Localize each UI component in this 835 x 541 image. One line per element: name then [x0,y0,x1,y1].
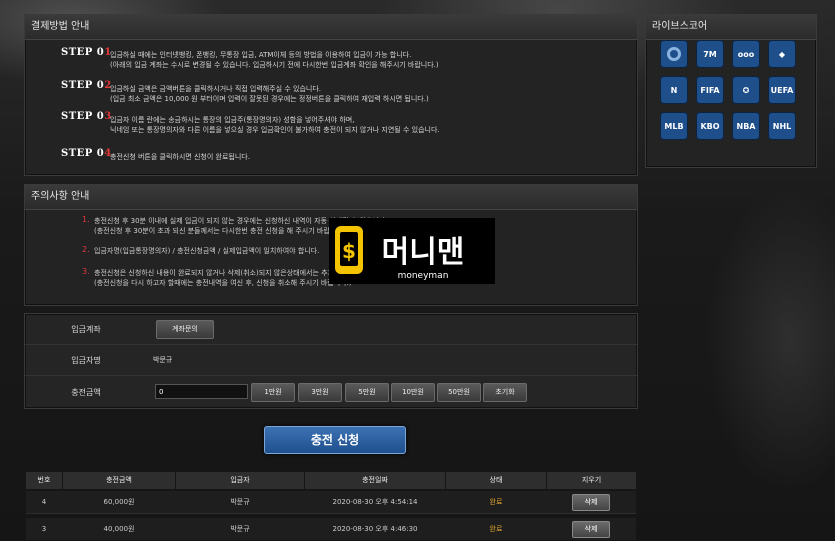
goal-icon[interactable]: ooo [732,40,760,68]
depositor-value: 박문규 [153,356,173,364]
table-row: 4 60,000원 박문규 2020-08-30 오후 4:54:14 완료 삭… [26,491,636,514]
banner-subtitle: moneyman [398,271,449,281]
livescore-icon-label: ✪ [742,85,750,95]
amount-500k-button[interactable]: 50만원 [437,383,481,402]
step-4-label: STEP 04 [61,148,112,159]
livescore-icon-label: FIFA [700,85,720,95]
livescore-panel: 라이브스코어 7M ooo ◆ N FIFA ✪ UEFA MLB KBO NBA NHL [645,14,817,168]
delete-button[interactable]: 삭제 [572,521,610,538]
delete-button[interactable]: 삭제 [572,494,610,511]
amount-30k-button[interactable]: 3만원 [298,383,342,402]
payment-guide-title: 결제방법 안내 [25,15,637,40]
amount-row: 충전금액 0 1만원 3만원 5만원 10만원 50만원 초기화 [25,376,637,407]
step-3-label: STEP 03 [61,111,112,122]
row-depositor: 박문규 [230,498,250,506]
livescore-circle-icon[interactable] [660,40,688,68]
row-no: 4 [41,498,47,506]
svg-text:$: $ [342,239,356,263]
account-inquiry-button[interactable]: 계좌문의 [156,320,214,339]
livescore-icon-label: UEFA [770,85,794,95]
row-depositor: 박문규 [230,525,250,533]
step-1-text: 입금하실 때에는 인터넷뱅킹, 폰뱅킹, 무통장 입금, ATM이체 등의 방법… [110,51,439,69]
nhl-icon[interactable]: NHL [768,112,796,140]
step-2-label: STEP 02 [61,80,112,91]
deposit-form-panel: 입금계좌 계좌문의 입금자명 박문규 충전금액 0 1만원 3만원 5만원 10… [24,313,638,409]
row-amount: 40,000원 [103,525,135,533]
livescore-icon-label: N [670,85,678,95]
notice-2-text: 입금자명(입금통장명의자) / 충전신청금액 / 실제입금액이 일치하여야 합니… [94,247,320,255]
row-no: 3 [41,525,47,533]
7m-icon[interactable]: 7M [696,40,724,68]
notice-2-num: 2. [82,245,90,254]
moneyman-logo: $ 머니맨 moneyman [335,226,465,281]
step-4-text: 충전신청 버튼을 클릭하시면 신청이 완료됩니다. [110,153,250,161]
step-3-text: 입금자 이름 란에는 송금하시는 통장의 입금주(통장명의자) 성함을 넣어주셔… [110,116,440,134]
col-no-header: 번호 [26,472,62,489]
amount-10k-button[interactable]: 1만원 [251,383,295,402]
amount-input[interactable]: 0 [155,384,248,399]
livescore-icon-label: ◆ [778,49,786,59]
livescore-icon-label: NBA [736,121,756,131]
amount-50k-button[interactable]: 5만원 [345,383,389,402]
naver-icon[interactable]: N [660,76,688,104]
step-1-label: STEP 01 [61,47,112,58]
reset-button[interactable]: 초기화 [483,383,527,402]
notice-3-num: 3. [82,267,90,276]
col-status-header: 상태 [446,472,546,489]
champions-league-icon[interactable]: ✪ [732,76,760,104]
livescore-icon-label: MLB [664,121,684,131]
nba-icon[interactable]: NBA [732,112,760,140]
account-label: 입금계좌 [71,325,101,334]
livescore-title: 라이브스코어 [646,15,816,40]
table-row: 3 40,000원 박문규 2020-08-30 오후 4:46:30 완료 삭… [26,518,636,540]
livescore-icon-label [667,47,681,61]
col-amount-header: 충전금액 [63,472,175,489]
col-delete-header: 지우기 [547,472,636,489]
livescore-icon-label: 7M [703,49,717,59]
row-status: 완료 [489,525,503,533]
row-amount: 60,000원 [103,498,135,506]
diamond-icon[interactable]: ◆ [768,40,796,68]
row-status: 완료 [489,498,503,506]
col-depositor-header: 입금자 [176,472,304,489]
livescore-icon-label: NHL [772,121,792,131]
depositor-row: 입금자명 박문규 [25,345,637,376]
notice-1-num: 1. [82,215,90,224]
moneyman-banner: $ 머니맨 moneyman [329,218,495,284]
col-date-header: 충전일짜 [305,472,445,489]
fifa-icon[interactable]: FIFA [696,76,724,104]
notice-title: 주의사항 안내 [25,185,637,210]
depositor-label: 입금자명 [71,356,101,365]
amount-100k-button[interactable]: 10만원 [391,383,435,402]
account-row: 입금계좌 계좌문의 [25,314,637,345]
payment-guide-panel: 결제방법 안내 STEP 01 입금하실 때에는 인터넷뱅킹, 폰뱅킹, 무통장… [24,14,638,176]
deposit-submit-button[interactable]: 충전 신청 [264,426,406,454]
step-2-text: 입금하실 금액은 금액버튼을 클릭하시거나 직접 입력해주실 수 있습니다. (입… [110,85,429,103]
row-date: 2020-08-30 오후 4:54:14 [332,498,418,506]
uefa-icon[interactable]: UEFA [768,76,796,104]
livescore-icon-label: KBO [700,121,720,131]
livescore-icon-label: ooo [737,49,755,59]
kbo-icon[interactable]: KBO [696,112,724,140]
amount-label: 충전금액 [71,388,101,397]
row-date: 2020-08-30 오후 4:46:30 [332,525,418,533]
banner-title: 머니맨 [382,235,465,270]
mlb-icon[interactable]: MLB [660,112,688,140]
